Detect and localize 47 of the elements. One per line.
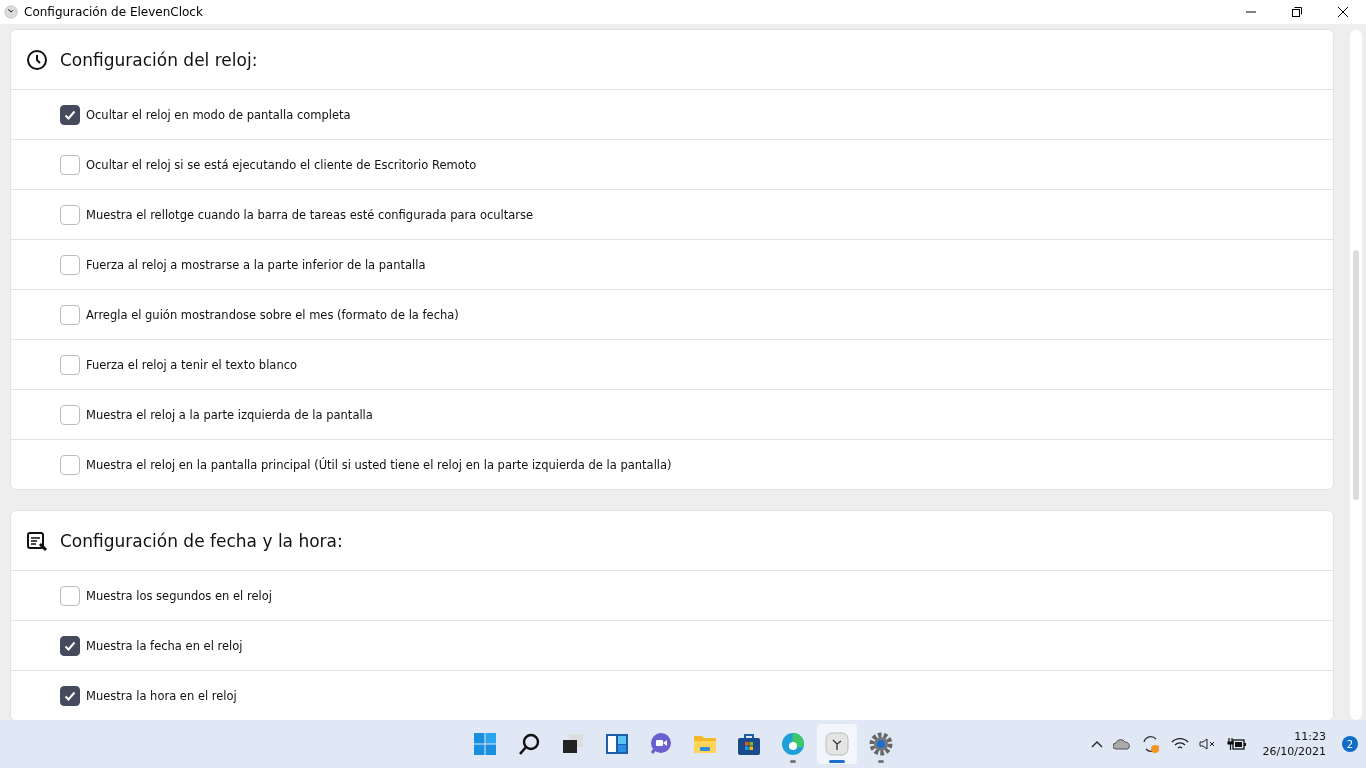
wifi-icon[interactable] [1170, 737, 1189, 751]
document-search-icon [26, 529, 48, 552]
checkbox[interactable] [60, 685, 80, 706]
checkbox[interactable] [60, 254, 80, 275]
restore-icon [1291, 6, 1303, 18]
option-label: Muestra la hora en el reloj [86, 688, 237, 703]
speaker-muted-icon[interactable] [1198, 737, 1217, 751]
option-label: Arregla el guión mostrandose sobre el mes (formato de la fecha) [86, 307, 459, 322]
clock-button[interactable]: 11:23 26/10/2021 [1262, 729, 1326, 759]
option-label: Fuerza el reloj a tenir el texto blanco [86, 357, 298, 372]
section-title: Configuración de fecha y la hora: [60, 530, 343, 551]
scrollbar-thumb[interactable] [1353, 250, 1359, 500]
option-label: Muestra la fecha en el reloj [86, 638, 243, 653]
option-label: Muestra el reloj en la pantalla principal (Útil si usted tiene el reloj en la parte izquierda de la pantalla) [86, 457, 672, 472]
windows-logo-icon [473, 732, 497, 756]
settings-icon [869, 732, 893, 756]
option-label: Muestra el reloj a la parte izquierda de la pantalla [86, 407, 373, 422]
cloud-icon[interactable] [1112, 738, 1131, 750]
close-icon [1337, 6, 1349, 18]
option-label: Fuerza al reloj a mostrarse a la parte inferior de la pantalla [86, 257, 426, 272]
checkbox[interactable] [60, 154, 80, 175]
widgets-icon [605, 732, 629, 756]
option-label: Ocultar el reloj si se está ejecutando el cliente de Escritorio Remoto [86, 157, 477, 172]
window-title: Configuración de ElevenClock [24, 5, 203, 19]
battery-charging-icon[interactable] [1226, 737, 1247, 751]
notification-badge[interactable]: 2 [1342, 736, 1358, 752]
checkbox[interactable] [60, 354, 80, 375]
clock-time: 11:23 [1294, 729, 1326, 744]
clock-date: 26/10/2021 [1262, 744, 1326, 759]
search-icon [517, 732, 541, 756]
scrollbar[interactable] [1350, 30, 1362, 720]
video-chat-icon [649, 732, 673, 756]
checkbox[interactable] [60, 404, 80, 425]
checkbox[interactable] [60, 304, 80, 325]
sync-icon[interactable] [1140, 734, 1161, 754]
checkbox[interactable] [60, 454, 80, 475]
checkbox[interactable] [60, 635, 80, 656]
section-title: Configuración del reloj: [60, 49, 258, 70]
checkbox[interactable] [60, 204, 80, 225]
shopping-bag-icon [737, 732, 761, 756]
checkbox[interactable] [60, 104, 80, 125]
overlapping-squares-icon [561, 732, 585, 756]
option-label: Ocultar el reloj en modo de pantalla completa [86, 107, 351, 122]
browser-icon [781, 732, 805, 756]
option-label: Muestra el rellotge cuando la barra de tareas esté configurada para ocultarse [86, 207, 534, 222]
option-label: Muestra los segundos en el reloj [86, 588, 272, 603]
checkbox[interactable] [60, 585, 80, 606]
